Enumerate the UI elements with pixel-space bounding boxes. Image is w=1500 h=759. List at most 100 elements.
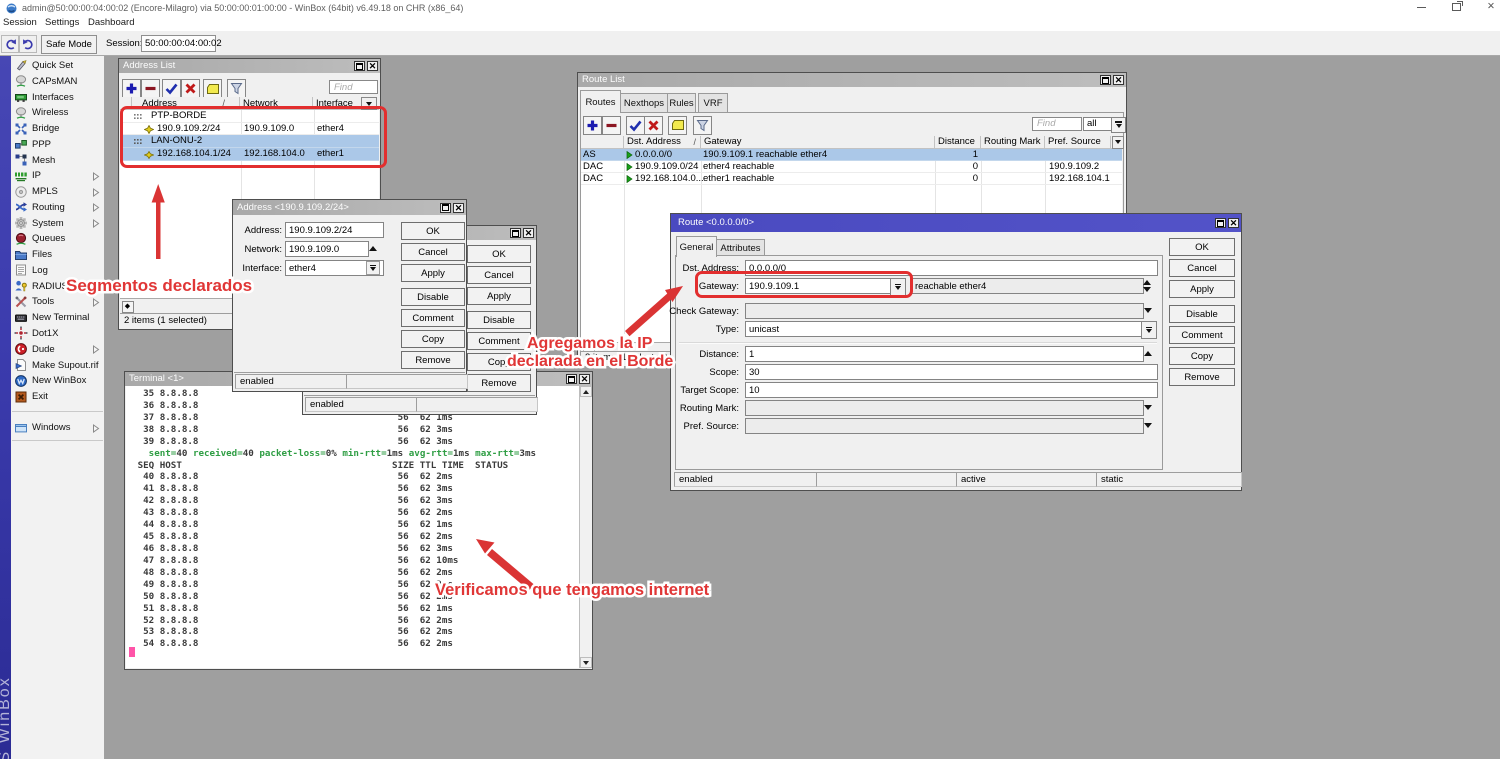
- ok-button[interactable]: OK: [467, 245, 531, 263]
- scroll-up-button[interactable]: [580, 386, 592, 397]
- add-button[interactable]: [583, 116, 602, 135]
- close-icon[interactable]: ✕: [453, 203, 464, 213]
- network-input[interactable]: 190.9.109.0: [285, 241, 369, 257]
- sidebar-item-make-supout[interactable]: Make Supout.rif: [11, 357, 104, 373]
- minimize-icon[interactable]: [1417, 7, 1426, 8]
- tab-rules[interactable]: Rules: [667, 93, 696, 113]
- routing-mark-arrow-icon[interactable]: [1144, 405, 1152, 410]
- apply-button[interactable]: Apply: [1169, 280, 1235, 298]
- maximize-icon[interactable]: [440, 203, 451, 213]
- filter-button[interactable]: [693, 116, 712, 135]
- remove-button[interactable]: Remove: [1169, 368, 1235, 386]
- sort-diamond-button[interactable]: ◆: [122, 301, 134, 313]
- sidebar-item-mpls[interactable]: MPLS: [11, 184, 104, 200]
- route-dialog-titlebar[interactable]: Route <0.0.0.0/0>: [671, 214, 1241, 232]
- remove-button[interactable]: Remove: [467, 374, 531, 392]
- column-gateway[interactable]: Gateway: [702, 136, 935, 148]
- routing-mark-select[interactable]: [745, 400, 1144, 416]
- tab-general[interactable]: General: [676, 236, 717, 257]
- column-distance[interactable]: Distance: [936, 136, 981, 148]
- close-icon[interactable]: ✕: [523, 228, 534, 238]
- gateway-add-remove-buttons[interactable]: [1143, 280, 1151, 292]
- menu-dashboard[interactable]: Dashboard: [88, 17, 134, 28]
- safe-mode-button[interactable]: Safe Mode: [41, 35, 97, 54]
- scope-input[interactable]: 30: [745, 364, 1158, 380]
- find-input[interactable]: Find: [1032, 117, 1082, 131]
- column-routing-mark[interactable]: Routing Mark: [982, 136, 1045, 148]
- disable-button[interactable]: Disable: [401, 288, 465, 306]
- route-row[interactable]: DAC 192.168.104.0... ether1 reachable 0 …: [581, 173, 1122, 185]
- address-dialog-titlebar[interactable]: Address <190.9.109.2/24>: [233, 200, 466, 215]
- maximize-icon[interactable]: [1100, 75, 1111, 85]
- column-dst-address[interactable]: Dst. Address/: [625, 136, 701, 148]
- tab-vrf[interactable]: VRF: [698, 93, 728, 113]
- comment-button[interactable]: Comment: [401, 309, 465, 327]
- copy-button[interactable]: Copy: [1169, 347, 1235, 365]
- cancel-button[interactable]: Cancel: [1169, 259, 1235, 277]
- tab-routes[interactable]: Routes: [580, 90, 621, 113]
- copy-button[interactable]: Copy: [401, 330, 465, 348]
- enable-button[interactable]: [162, 79, 181, 98]
- ok-button[interactable]: OK: [1169, 238, 1235, 256]
- enable-button[interactable]: [626, 116, 645, 135]
- remove-button[interactable]: [141, 79, 160, 98]
- sidebar-item-system[interactable]: System: [11, 215, 104, 231]
- session-input[interactable]: 50:00:00:04:00:02: [141, 35, 216, 52]
- maximize-icon[interactable]: [566, 374, 577, 384]
- sidebar-item-quick-set[interactable]: Quick Set: [11, 58, 104, 74]
- sidebar-item-bridge[interactable]: Bridge: [11, 121, 104, 137]
- close-icon[interactable]: ✕: [1113, 75, 1124, 85]
- pref-source-arrow-icon[interactable]: [1144, 423, 1152, 428]
- comment-button[interactable]: Comment: [467, 332, 531, 350]
- filter-dropdown-button[interactable]: [1111, 117, 1126, 133]
- sidebar-item-interfaces[interactable]: Interfaces: [11, 89, 104, 105]
- sidebar-item-queues[interactable]: Queues: [11, 231, 104, 247]
- disable-button[interactable]: [644, 116, 663, 135]
- ok-button[interactable]: OK: [401, 222, 465, 240]
- comment-button[interactable]: Comment: [1169, 326, 1235, 344]
- terminal-output[interactable]: 35 8.8.8.8 56 62 1ms 36 8.8.8.8 56 62 2m…: [126, 386, 579, 668]
- maximize-icon[interactable]: [354, 61, 365, 71]
- type-select[interactable]: unicast: [745, 321, 1144, 337]
- terminal-scrollbar[interactable]: [579, 386, 592, 668]
- address-list-titlebar[interactable]: Address List: [119, 59, 380, 73]
- sidebar-item-new-terminal[interactable]: New Terminal: [11, 310, 104, 326]
- route-row[interactable]: DAC 190.9.109.0/24 ether4 reachable 0 19…: [581, 161, 1122, 173]
- pref-source-select[interactable]: [745, 418, 1144, 434]
- address-input[interactable]: 190.9.109.2/24: [285, 222, 384, 238]
- sidebar-item-wireless[interactable]: Wireless: [11, 105, 104, 121]
- close-icon[interactable]: ✕: [1487, 2, 1495, 12]
- scroll-down-button[interactable]: [580, 657, 592, 668]
- maximize-icon[interactable]: [510, 228, 521, 238]
- check-gateway-arrow-icon[interactable]: [1144, 308, 1152, 313]
- sidebar-item-files[interactable]: Files: [11, 247, 104, 263]
- filter-button[interactable]: [227, 79, 246, 98]
- sidebar-item-routing[interactable]: Routing: [11, 199, 104, 215]
- maximize-icon[interactable]: [1215, 218, 1226, 228]
- sidebar-item-dude[interactable]: Dude: [11, 341, 104, 357]
- close-icon[interactable]: ✕: [367, 61, 378, 71]
- sidebar-item-mesh[interactable]: Mesh: [11, 152, 104, 168]
- type-dropdown-button[interactable]: [1141, 321, 1157, 339]
- sidebar-item-ip[interactable]: IP: [11, 168, 104, 184]
- sidebar-item-exit[interactable]: Exit: [11, 389, 104, 405]
- close-icon[interactable]: ✕: [579, 374, 590, 384]
- collapse-arrow-icon[interactable]: [369, 246, 377, 251]
- add-button[interactable]: [122, 79, 141, 98]
- comment-button[interactable]: [203, 79, 222, 98]
- undo-button[interactable]: [1, 35, 19, 53]
- column-pref-source[interactable]: Pref. Source: [1046, 136, 1111, 148]
- sidebar-item-new-winbox[interactable]: New WinBox: [11, 373, 104, 389]
- disable-button[interactable]: Disable: [1169, 305, 1235, 323]
- apply-button[interactable]: Apply: [467, 287, 531, 305]
- menu-session[interactable]: Session: [3, 17, 37, 28]
- menu-settings[interactable]: Settings: [45, 17, 79, 28]
- cancel-button[interactable]: Cancel: [401, 243, 465, 261]
- sidebar-item-ppp[interactable]: PPP: [11, 136, 104, 152]
- redo-button[interactable]: [19, 35, 37, 53]
- interface-dropdown-button[interactable]: [366, 261, 380, 275]
- find-input[interactable]: Find: [329, 80, 378, 94]
- distance-input[interactable]: 1: [745, 346, 1144, 362]
- close-icon[interactable]: ✕: [1228, 218, 1239, 228]
- sidebar-item-dot1x[interactable]: Dot1X: [11, 326, 104, 342]
